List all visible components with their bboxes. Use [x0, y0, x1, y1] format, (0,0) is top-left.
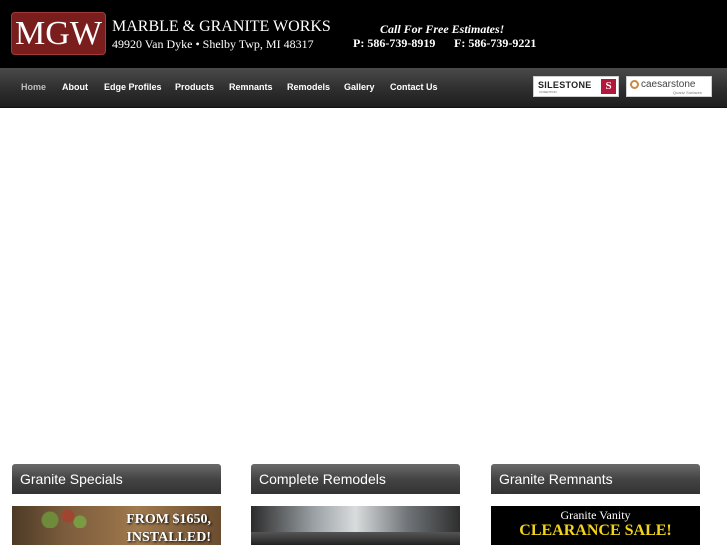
company-address: 49920 Van Dyke • Shelby Twp, MI 48317: [112, 37, 314, 51]
granite-specials-promo: FROM $1650, INSTALLED!: [126, 511, 211, 545]
caesarstone-logo-link[interactable]: caesarstone Quartz Surfaces: [626, 76, 712, 97]
panel-title-granite-specials[interactable]: Granite Specials: [12, 464, 221, 494]
nav-item-contact-us[interactable]: Contact Us: [390, 68, 438, 107]
granite-specials-image[interactable]: FROM $1650, INSTALLED!: [12, 506, 221, 545]
nav-item-about[interactable]: About: [62, 68, 88, 107]
nav-item-remodels[interactable]: Remodels: [287, 68, 330, 107]
granite-remnants-image[interactable]: Granite Vanity CLEARANCE SALE!: [491, 506, 700, 545]
promo-price: FROM $1650,: [126, 512, 211, 527]
free-estimates-tagline: Call For Free Estimates!: [380, 22, 505, 36]
company-name: MARBLE & GRANITE WORKS: [112, 18, 331, 35]
site-header: MGW MARBLE & GRANITE WORKS 49920 Van Dyk…: [0, 0, 727, 68]
silestone-logo-link[interactable]: SILESTONE COSENTINO S: [533, 76, 619, 97]
silestone-wordmark: SILESTONE: [538, 80, 592, 90]
nav-item-edge-profiles[interactable]: Edge Profiles: [104, 68, 162, 107]
caesarstone-wordmark: caesarstone: [641, 79, 696, 90]
caesarstone-subtitle: Quartz Surfaces: [673, 90, 702, 95]
panel-title-complete-remodels[interactable]: Complete Remodels: [251, 464, 460, 494]
silestone-subtitle: COSENTINO: [539, 90, 557, 94]
phone-number: P: 586-739-8919: [353, 36, 436, 50]
promo-installed: INSTALLED!: [126, 530, 211, 545]
complete-remodels-image[interactable]: [251, 506, 460, 545]
nav-item-home[interactable]: Home: [21, 68, 46, 107]
mgw-logo[interactable]: MGW: [11, 12, 106, 55]
clearance-sale-text: CLEARANCE SALE!: [519, 522, 672, 539]
nav-item-gallery[interactable]: Gallery: [344, 68, 375, 107]
fax-number: F: 586-739-9221: [454, 36, 537, 50]
panel-title-granite-remnants[interactable]: Granite Remnants: [491, 464, 700, 494]
vanity-promo-heading: Granite Vanity: [560, 508, 631, 522]
kitchen-decor-image: [32, 508, 92, 528]
nav-item-remnants[interactable]: Remnants: [229, 68, 273, 107]
nav-item-products[interactable]: Products: [175, 68, 214, 107]
caesarstone-ring-icon: [630, 80, 639, 89]
kitchen-counter-image: [251, 532, 460, 545]
silestone-s-icon: S: [601, 79, 616, 94]
